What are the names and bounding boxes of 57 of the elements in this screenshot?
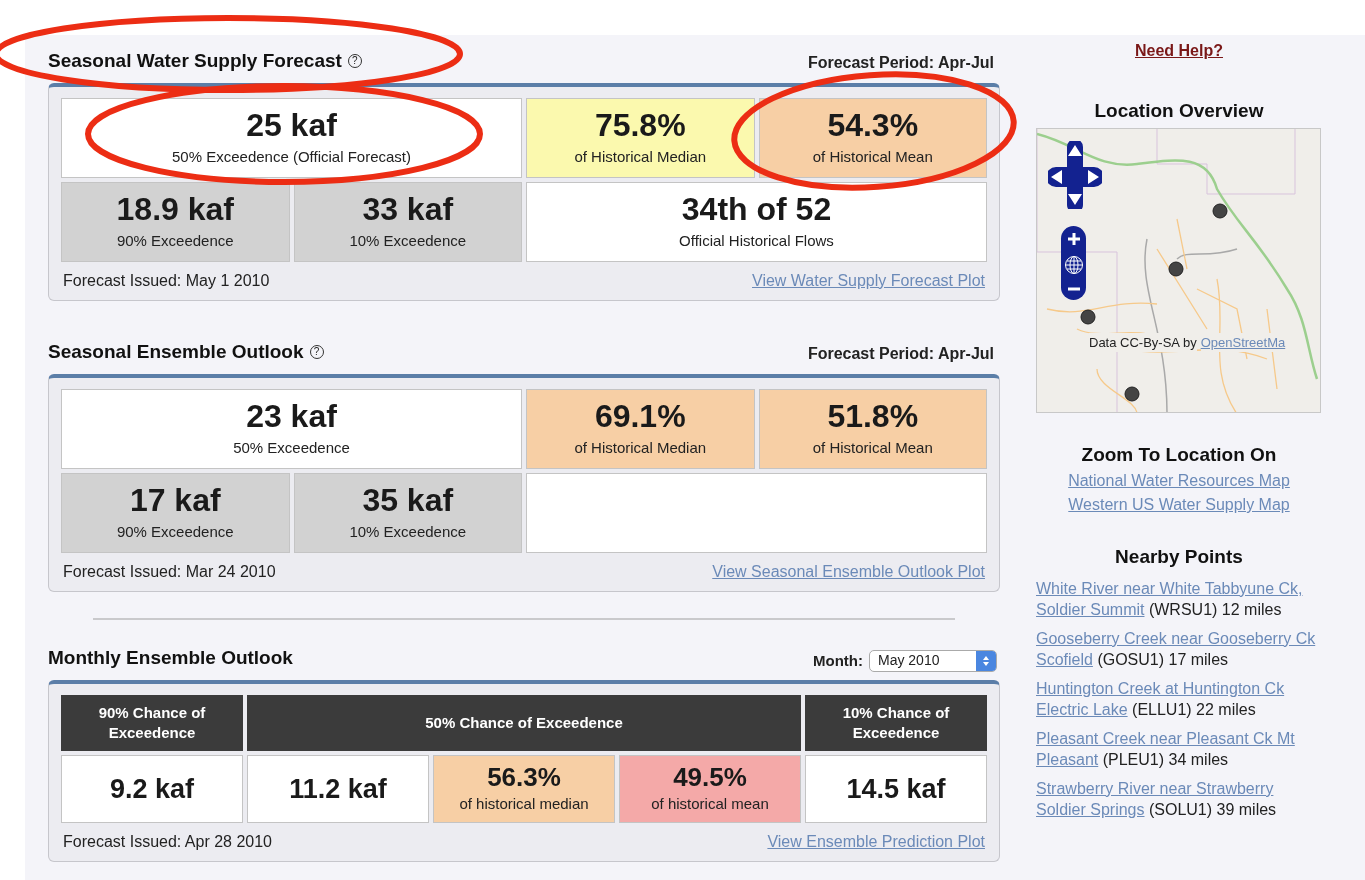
stat-caption: of Historical Mean (812, 146, 933, 167)
stat-caption: 90% Exceedence (116, 230, 234, 251)
nearby-point-link[interactable]: White River near White Tabbyune Ck, Soldier Summit (WRSU1) 12 miles (1036, 577, 1318, 620)
stat-value: 49.5% (673, 762, 747, 791)
stat-caption: 50% Exceedence (Official Forecast) (172, 146, 411, 167)
stat-value: 69.1% (594, 398, 686, 433)
issued-date: Forecast Issued: Apr 28 2010 (63, 832, 272, 852)
month-label: Month: (813, 650, 863, 671)
stat-value: 51.8% (827, 398, 919, 433)
stat-caption: of historical mean (651, 793, 769, 814)
globe-icon[interactable] (1063, 254, 1084, 275)
month-select[interactable]: May 2010 (869, 649, 997, 672)
stat-caption: 90% Exceedence (116, 521, 234, 542)
stat-value: 35 kaf (362, 482, 454, 517)
nearby-point-link[interactable]: Pleasant Creek near Pleasant Ck Mt Pleasant (PLEU1) 34 miles (1036, 727, 1318, 770)
stepper-icon (976, 650, 996, 671)
pan-control[interactable] (1048, 140, 1102, 209)
help-link[interactable]: Need Help? (1135, 39, 1223, 63)
stat-caption: of Historical Median (574, 437, 707, 458)
section-title: Seasonal Water Supply Forecast (48, 48, 342, 73)
stat-value: 23 kaf (246, 398, 337, 433)
stat-caption: 50% Exceedence (233, 437, 350, 458)
stat-value: 33 kaf (362, 191, 454, 226)
stat-value: 56.3% (487, 762, 561, 791)
stat-value: 14.5 kaf (846, 774, 946, 804)
stat-value: 17 kaf (129, 482, 221, 517)
stat-value: 11.2 kaf (289, 774, 387, 804)
stat-caption: of historical median (459, 793, 589, 814)
nearby-point-link[interactable]: Huntington Creek at Huntington Ck Electric Lake (ELLU1) 22 miles (1036, 677, 1318, 720)
stat-value: 18.9 kaf (116, 191, 234, 226)
zoom-out-icon[interactable] (1066, 286, 1081, 291)
section-title: Nearby Points (1115, 545, 1243, 569)
column-header: 50% Chance of Exceedence (247, 695, 801, 751)
stat-value: 34th of 52 (681, 191, 832, 226)
section-title: Zoom To Location On (1081, 442, 1277, 467)
stat-caption: 10% Exceedence (349, 521, 467, 542)
section-title: Monthly Ensemble Outlook (48, 645, 293, 670)
zoom-in-icon[interactable] (1066, 231, 1081, 246)
nearby-point-link[interactable]: Strawberry River near Strawberry Soldier Springs (SOLU1) 39 miles (1036, 777, 1318, 820)
forecast-period: Forecast Period: Apr-Jul (807, 53, 994, 73)
column-header: 10% Chance of Exceedence (805, 695, 987, 751)
issued-date: Forecast Issued: Mar 24 2010 (63, 562, 276, 582)
stat-value: 9.2 kaf (109, 774, 195, 804)
stat-caption: Official Historical Flows (679, 230, 834, 251)
stat-caption: 10% Exceedence (349, 230, 467, 251)
forecast-period: Forecast Period: Apr-Jul (807, 344, 994, 364)
section-title: Location Overview (1094, 99, 1264, 123)
nearby-point-link[interactable]: Gooseberry Creek near Gooseberry Ck Scofield (GOSU1) 17 miles (1036, 627, 1318, 670)
section-title: Seasonal Ensemble Outlook (48, 339, 304, 364)
stat-value: 75.8% (594, 107, 686, 142)
map-attribution: Data CC-By-SA by (1089, 332, 1197, 352)
stat-caption: of Historical Mean (812, 437, 933, 458)
stat-value: 54.3% (827, 107, 919, 142)
column-header: 90% Chance of Exceedence (61, 695, 243, 751)
stat-value: 25 kaf (246, 107, 337, 142)
stat-caption: of Historical Median (574, 146, 707, 167)
issued-date: Forecast Issued: May 1 2010 (63, 271, 270, 291)
